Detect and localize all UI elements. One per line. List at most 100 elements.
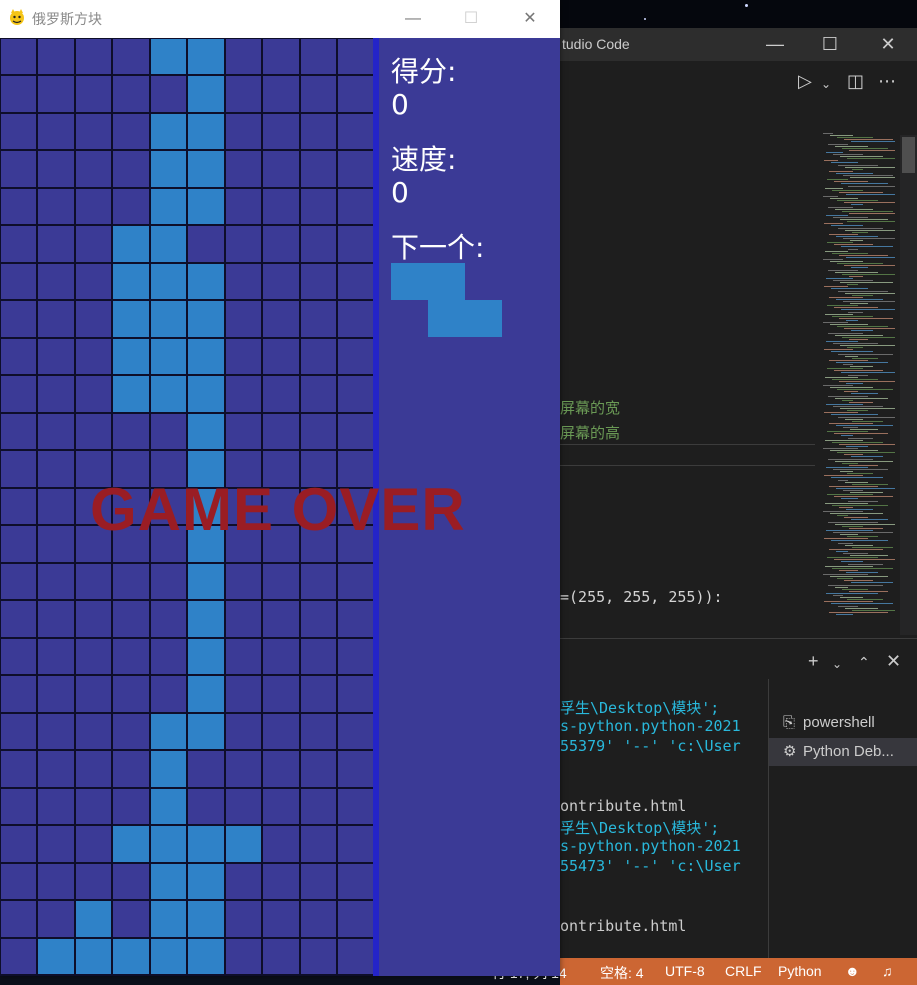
add-terminal-icon[interactable]: + xyxy=(808,651,819,671)
filled-cell xyxy=(149,187,187,225)
empty-cell xyxy=(0,900,37,938)
empty-cell xyxy=(262,712,300,750)
minimap-line xyxy=(838,416,895,418)
split-editor-icon[interactable]: ◫ xyxy=(847,71,864,91)
filled-cell xyxy=(149,900,187,938)
filled-cell xyxy=(112,262,150,300)
more-actions-icon[interactable]: ⋯ xyxy=(878,71,896,91)
minimap-line xyxy=(825,187,843,189)
minimize-icon[interactable]: — xyxy=(401,8,425,30)
maximize-icon[interactable]: ☐ xyxy=(820,34,840,54)
maximize-panel-icon[interactable]: ⌃ xyxy=(858,652,870,672)
run-icon[interactable]: ▷ xyxy=(798,71,812,91)
minimap-line xyxy=(838,353,893,355)
filled-cell xyxy=(187,975,225,976)
language-status[interactable]: Python xyxy=(778,963,822,979)
minimap-line xyxy=(842,399,853,401)
minimap-line xyxy=(831,162,858,164)
empty-cell xyxy=(224,787,262,825)
empty-cell xyxy=(224,975,262,976)
minimap-line xyxy=(845,418,863,420)
minimap-line xyxy=(845,481,868,483)
filled-cell xyxy=(74,937,112,975)
empty-cell xyxy=(337,975,373,976)
minimap-line xyxy=(840,156,883,158)
minimap-line xyxy=(830,450,878,452)
filled-cell xyxy=(149,825,187,863)
empty-cell xyxy=(37,637,75,675)
minimap-line xyxy=(831,288,868,290)
minimap-line xyxy=(826,214,848,216)
empty-cell xyxy=(74,637,112,675)
empty-cell xyxy=(112,412,150,450)
empty-cell xyxy=(337,712,373,750)
filled-cell xyxy=(149,787,187,825)
empty-cell xyxy=(299,412,337,450)
game-titlebar: 俄罗斯方块 — ☐ ✕ xyxy=(0,0,560,38)
minimap-line xyxy=(848,185,895,187)
scrollbar-thumb[interactable] xyxy=(902,137,915,173)
indentation-status[interactable]: 空格: 4 xyxy=(600,963,644,983)
chevron-down-icon[interactable]: ⌄ xyxy=(832,654,842,674)
eol-status[interactable]: CRLF xyxy=(725,963,762,979)
speed-label: 速度: xyxy=(391,143,457,176)
encoding-status[interactable]: UTF-8 xyxy=(665,963,705,979)
empty-cell xyxy=(299,712,337,750)
minimap-line xyxy=(847,284,858,286)
terminal-session-python-debug[interactable]: ⚙ Python Deb... xyxy=(769,738,917,766)
empty-cell xyxy=(0,487,37,525)
empty-cell xyxy=(299,375,337,413)
empty-cell xyxy=(112,637,150,675)
close-icon[interactable]: ✕ xyxy=(518,8,542,30)
empty-cell xyxy=(74,862,112,900)
code-line: =(255, 255, 255)): xyxy=(560,588,723,606)
minimap-line xyxy=(825,502,868,504)
minimap-line xyxy=(830,198,858,200)
empty-cell xyxy=(224,375,262,413)
minimap-line xyxy=(841,309,895,311)
empty-cell xyxy=(37,187,75,225)
empty-cell xyxy=(74,675,112,713)
terminal-line: ontribute.html xyxy=(560,797,687,815)
minimap-line xyxy=(839,317,893,319)
close-icon[interactable]: ✕ xyxy=(878,34,898,54)
minimap-line xyxy=(842,336,895,338)
minimap-line xyxy=(823,574,868,575)
minimap-line xyxy=(843,490,863,491)
empty-cell xyxy=(299,750,337,788)
empty-cell xyxy=(37,487,75,525)
filled-cell xyxy=(187,862,225,900)
filled-cell xyxy=(187,600,225,638)
empty-cell xyxy=(262,412,300,450)
empty-cell xyxy=(262,675,300,713)
empty-cell xyxy=(112,600,150,638)
minimap-line xyxy=(824,538,868,540)
empty-cell xyxy=(37,412,75,450)
editor-scrollbar[interactable] xyxy=(900,135,917,635)
minimap-line xyxy=(835,145,868,147)
minimap-line xyxy=(848,563,883,565)
minimap-line xyxy=(833,343,878,344)
chevron-down-icon[interactable]: ⌄ xyxy=(821,74,831,94)
code-editor[interactable]: 屏幕的宽 屏幕的高 =(255, 255, 255)): xyxy=(560,101,815,641)
close-panel-icon[interactable]: ✕ xyxy=(886,651,901,671)
minimap-line xyxy=(850,303,868,305)
empty-cell xyxy=(262,975,300,976)
minimap-line xyxy=(845,166,895,168)
minimap[interactable] xyxy=(815,101,900,641)
filled-cell xyxy=(187,375,225,413)
filled-cell xyxy=(187,637,225,675)
feedback-icon[interactable]: ☻ xyxy=(845,963,860,979)
maximize-icon[interactable]: ☐ xyxy=(459,8,483,30)
minimize-icon[interactable]: — xyxy=(765,34,785,54)
empty-cell xyxy=(37,150,75,188)
status-bar: 行 17, 列 14 空格: 4 UTF-8 CRLF Python ☻ ♫ xyxy=(492,958,917,985)
filled-cell xyxy=(112,937,150,975)
filled-cell xyxy=(37,937,75,975)
empty-cell xyxy=(262,187,300,225)
empty-cell xyxy=(224,337,262,375)
terminal-session-powershell[interactable]: ⎘ powershell xyxy=(769,709,917,737)
empty-cell xyxy=(224,412,262,450)
notifications-icon[interactable]: ♫ xyxy=(882,963,893,979)
minimap-line xyxy=(841,561,863,563)
